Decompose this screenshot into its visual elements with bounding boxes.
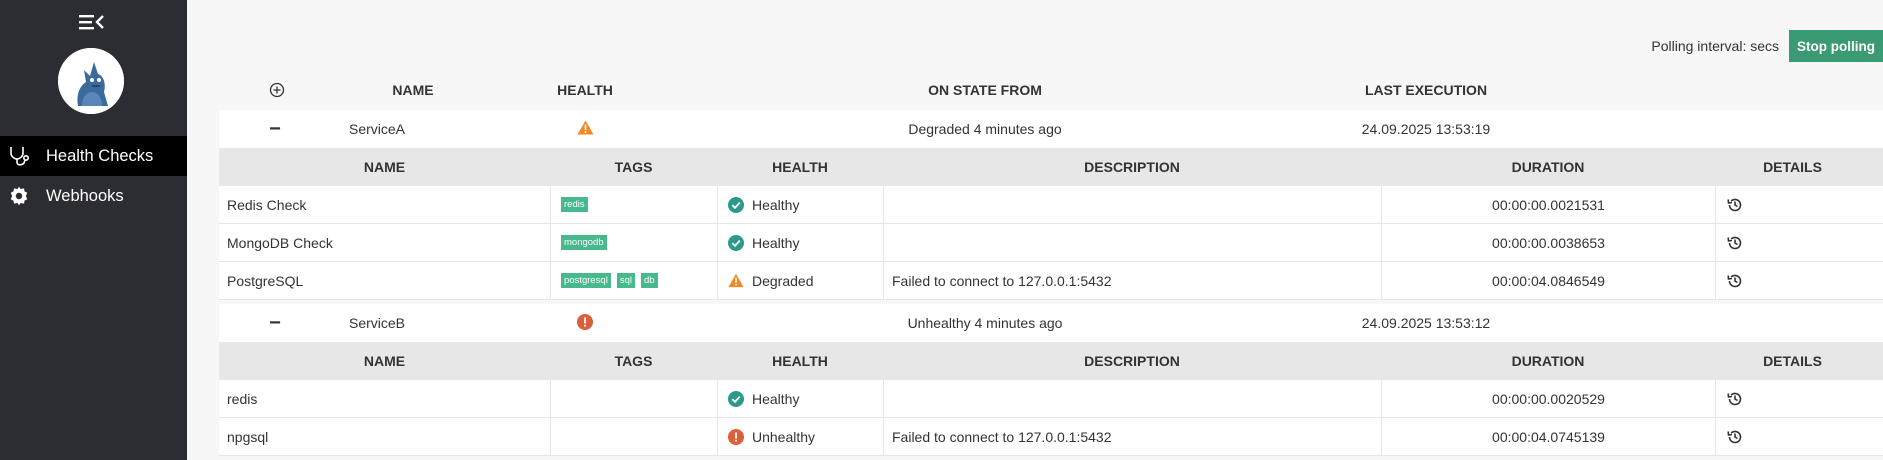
tag-badge[interactable]: mongodb bbox=[561, 235, 607, 250]
warning-icon bbox=[577, 120, 594, 138]
sidebar: Health Checks Webhooks bbox=[0, 0, 187, 460]
detail-header: NAME TAGS HEALTH DESCRIPTION DURATION DE… bbox=[219, 148, 1883, 186]
service-last-execution: 24.09.2025 13:53:19 bbox=[1361, 121, 1491, 137]
service-row[interactable]: − ServiceB Unhealthy 4 minutes ago 24.09… bbox=[219, 304, 1883, 342]
service-name: ServiceA bbox=[349, 121, 406, 137]
stethoscope-icon bbox=[6, 143, 32, 169]
check-name: redis bbox=[227, 390, 258, 407]
check-duration: 00:00:00.0020529 bbox=[1381, 380, 1715, 417]
polling-interval-text: Polling interval: secs bbox=[1651, 38, 1780, 54]
stop-polling-button[interactable]: Stop polling bbox=[1789, 30, 1883, 62]
error-icon bbox=[577, 313, 593, 333]
menu-collapse-icon[interactable] bbox=[77, 12, 105, 32]
table-row: PostgreSQL postgresql sql db Degraded Fa… bbox=[219, 262, 1883, 300]
detail-header-details: DETAILS bbox=[1763, 353, 1822, 369]
check-description bbox=[883, 224, 1381, 261]
polling-controls: Polling interval: secs Stop polling bbox=[1651, 30, 1883, 62]
table-row: Redis Check redis Healthy 00:00:00.00215… bbox=[219, 186, 1883, 224]
service-name: ServiceB bbox=[349, 315, 406, 331]
header-name: NAME bbox=[392, 82, 434, 98]
check-name: Redis Check bbox=[227, 196, 307, 213]
check-duration: 00:00:04.0846549 bbox=[1381, 262, 1715, 299]
sidebar-item-health-checks[interactable]: Health Checks bbox=[0, 136, 187, 176]
history-icon[interactable] bbox=[1726, 234, 1744, 252]
table-row: MongoDB Check mongodb Healthy 00:00:00.0… bbox=[219, 224, 1883, 262]
tag-badge[interactable]: postgresql bbox=[561, 273, 611, 288]
check-description: Failed to connect to 127.0.0.1:5432 bbox=[883, 418, 1381, 455]
detail-header-duration: DURATION bbox=[1511, 353, 1585, 369]
detail-header-health: HEALTH bbox=[772, 159, 828, 175]
service-detail-table: NAME TAGS HEALTH DESCRIPTION DURATION DE… bbox=[219, 148, 1883, 300]
detail-header-details: DETAILS bbox=[1763, 159, 1822, 175]
check-circle-icon bbox=[728, 196, 744, 213]
check-description bbox=[883, 380, 1381, 417]
history-icon[interactable] bbox=[1726, 390, 1744, 408]
tag-badge[interactable]: sql bbox=[616, 273, 635, 288]
table-row: redis Healthy 00:00:00.0020529 bbox=[219, 380, 1883, 418]
header-last-execution: LAST EXECUTION bbox=[1364, 82, 1488, 98]
check-duration: 00:00:04.0745139 bbox=[1381, 418, 1715, 455]
table-header: NAME HEALTH ON STATE FROM LAST EXECUTION bbox=[219, 70, 1883, 110]
header-on-state-from: ON STATE FROM bbox=[928, 82, 1042, 98]
health-checks-table: NAME HEALTH ON STATE FROM LAST EXECUTION… bbox=[219, 70, 1883, 456]
check-status: Healthy bbox=[752, 390, 800, 407]
detail-header-tags: TAGS bbox=[614, 159, 653, 175]
history-icon[interactable] bbox=[1726, 428, 1744, 446]
check-description: Failed to connect to 127.0.0.1:5432 bbox=[883, 262, 1381, 299]
check-status: Healthy bbox=[752, 234, 800, 251]
check-status: Degraded bbox=[752, 272, 814, 289]
service-last-execution: 24.09.2025 13:53:12 bbox=[1361, 315, 1491, 331]
check-description bbox=[883, 186, 1381, 223]
detail-header-duration: DURATION bbox=[1511, 159, 1585, 175]
detail-header: NAME TAGS HEALTH DESCRIPTION DURATION DE… bbox=[219, 342, 1883, 380]
check-circle-icon bbox=[728, 234, 744, 251]
gear-icon bbox=[6, 183, 32, 209]
avatar bbox=[58, 48, 124, 114]
error-icon bbox=[728, 428, 744, 445]
header-health: HEALTH bbox=[557, 82, 613, 98]
main-content: Polling interval: secs Stop polling NAME… bbox=[187, 0, 1883, 460]
service-detail-table: NAME TAGS HEALTH DESCRIPTION DURATION DE… bbox=[219, 342, 1883, 456]
check-status: Healthy bbox=[752, 196, 800, 213]
detail-header-name: NAME bbox=[363, 353, 406, 369]
collapse-toggle[interactable]: − bbox=[269, 118, 281, 141]
check-name: PostgreSQL bbox=[227, 272, 304, 289]
expand-all-icon[interactable] bbox=[269, 82, 285, 98]
check-circle-icon bbox=[728, 390, 744, 407]
check-status: Unhealthy bbox=[752, 428, 816, 445]
table-row: npgsql Unhealthy Failed to connect to 12… bbox=[219, 418, 1883, 456]
check-duration: 00:00:00.0038653 bbox=[1381, 224, 1715, 261]
service-state: Degraded 4 minutes ago bbox=[908, 121, 1062, 137]
tag-badge[interactable]: redis bbox=[561, 197, 588, 212]
collapse-toggle[interactable]: − bbox=[269, 312, 281, 335]
sidebar-item-label: Webhooks bbox=[46, 186, 124, 205]
service-row[interactable]: − ServiceA Degraded 4 minutes ago 24.09.… bbox=[219, 110, 1883, 148]
detail-header-name: NAME bbox=[363, 159, 406, 175]
sidebar-item-webhooks[interactable]: Webhooks bbox=[0, 176, 187, 216]
detail-header-tags: TAGS bbox=[614, 353, 653, 369]
check-name: npgsql bbox=[227, 428, 269, 445]
history-icon[interactable] bbox=[1726, 196, 1744, 214]
sidebar-item-label: Health Checks bbox=[46, 146, 154, 165]
detail-header-health: HEALTH bbox=[772, 353, 828, 369]
check-duration: 00:00:00.0021531 bbox=[1381, 186, 1715, 223]
detail-header-description: DESCRIPTION bbox=[1084, 159, 1180, 175]
history-icon[interactable] bbox=[1726, 272, 1744, 290]
warning-icon bbox=[728, 273, 744, 289]
service-state: Unhealthy 4 minutes ago bbox=[907, 315, 1063, 331]
detail-header-description: DESCRIPTION bbox=[1084, 353, 1180, 369]
check-name: MongoDB Check bbox=[227, 234, 333, 251]
tag-badge[interactable]: db bbox=[641, 273, 658, 288]
